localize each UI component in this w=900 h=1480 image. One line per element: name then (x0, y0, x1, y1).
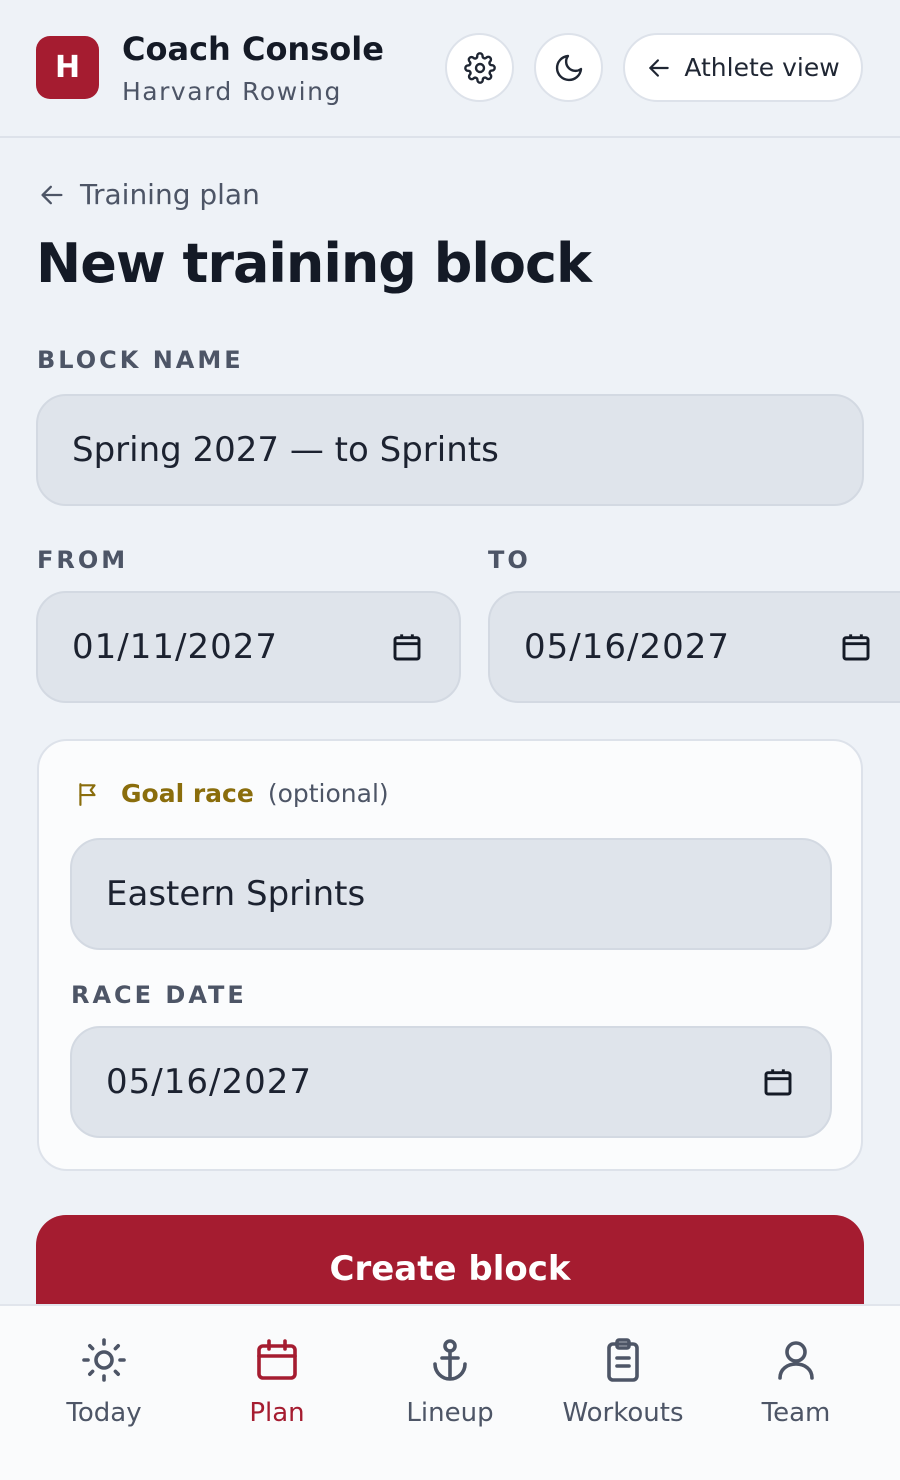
block-name-input[interactable]: Spring 2027 — to Sprints (36, 394, 864, 506)
nav-label-workouts: Workouts (562, 1398, 684, 1428)
calendar-icon[interactable] (762, 1066, 794, 1098)
from-date-input[interactable]: 01/11/2027 (36, 591, 461, 703)
coach-console-page: H Coach Console Harvard Rowing Athlete v… (0, 0, 900, 1480)
calendar-icon[interactable] (391, 631, 423, 663)
race-date-input[interactable]: 05/16/2027 (70, 1026, 832, 1138)
nav-item-workouts[interactable]: Workouts (537, 1336, 709, 1428)
block-name-value: Spring 2027 — to Sprints (72, 430, 499, 470)
calendar-icon[interactable] (840, 631, 872, 663)
to-date-value: 05/16/2027 (524, 627, 730, 667)
nav-item-team[interactable]: Team (710, 1336, 882, 1428)
gear-icon (463, 51, 496, 84)
goal-race-header: Goal race (optional) (75, 779, 389, 808)
nav-item-plan[interactable]: Plan (191, 1336, 363, 1428)
nav-label-plan: Plan (249, 1398, 305, 1428)
from-label: FROM (37, 546, 129, 574)
page-title: New training block (36, 232, 592, 295)
flag-icon (79, 782, 96, 806)
settings-button[interactable] (445, 33, 514, 102)
race-date-value: 05/16/2027 (106, 1062, 312, 1102)
goal-race-input[interactable]: Eastern Sprints (70, 838, 832, 950)
nav-label-lineup: Lineup (406, 1398, 494, 1428)
to-date-input[interactable]: 05/16/2027 (488, 591, 900, 703)
app-title: Coach Console (122, 30, 384, 68)
theme-toggle-button[interactable] (534, 33, 603, 102)
app-subtitle: Harvard Rowing (122, 77, 342, 106)
moon-icon (555, 54, 582, 81)
athlete-view-button[interactable]: Athlete view (623, 33, 863, 102)
athlete-view-label: Athlete view (684, 53, 840, 82)
arrow-left-icon (41, 185, 63, 204)
sun-icon (82, 1338, 126, 1382)
goal-race-optional: (optional) (267, 779, 389, 808)
nav-label-today: Today (66, 1398, 142, 1428)
block-name-label: BLOCK NAME (37, 346, 244, 374)
back-link-label: Training plan (80, 178, 260, 211)
from-date-value: 01/11/2027 (72, 627, 278, 667)
user-icon (778, 1341, 814, 1380)
nav-item-today[interactable]: Today (18, 1336, 190, 1428)
back-to-training-plan-link[interactable]: Training plan (38, 178, 260, 211)
calendar-icon (257, 1339, 297, 1380)
goal-race-label: Goal race (121, 779, 254, 808)
team-logo: H (36, 36, 99, 99)
goal-race-value: Eastern Sprints (106, 874, 366, 914)
bottom-nav: Today Plan Lineup Workouts Team (0, 1304, 900, 1480)
app-header: H Coach Console Harvard Rowing Athlete v… (0, 0, 900, 138)
nav-label-team: Team (761, 1398, 831, 1428)
nav-item-lineup[interactable]: Lineup (364, 1336, 536, 1428)
to-label: TO (488, 546, 531, 574)
anchor-icon (433, 1339, 467, 1381)
clipboard-icon (607, 1338, 639, 1382)
arrow-left-icon (649, 58, 670, 77)
race-date-label: RACE DATE (71, 981, 247, 1009)
goal-race-card: Goal race (optional) Eastern Sprints RAC… (37, 739, 863, 1171)
